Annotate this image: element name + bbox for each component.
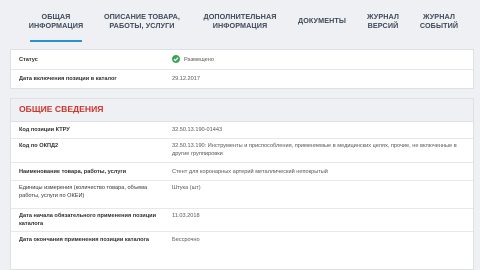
table-row: Код позиции КТРУ 32.50.13.190-01443 bbox=[11, 121, 473, 139]
row-value: Штука (шт) bbox=[172, 185, 201, 191]
status-card: Статус Размещено Дата включения позиции … bbox=[10, 49, 474, 89]
tab-label: Журнал событий bbox=[419, 11, 459, 30]
tab-label: Описание товара, работы, услуги bbox=[103, 11, 181, 30]
row-label: Дата начала обязательного применения поз… bbox=[19, 213, 157, 228]
tab-general-info[interactable]: Общая информация bbox=[20, 0, 92, 42]
row-value: Стент для коронарных артерий металлическ… bbox=[172, 169, 328, 175]
table-row: Наименование товара, работы, услуги Стен… bbox=[11, 162, 473, 181]
table-row: Единицы измерения (количество товара, об… bbox=[11, 180, 473, 209]
table-row: Дата начала обязательного применения поз… bbox=[11, 208, 473, 232]
status-row: Статус Размещено bbox=[11, 50, 473, 70]
row-label: Наименование товара, работы, услуги bbox=[19, 169, 127, 175]
row-value: 32.50.13.190-01443 bbox=[172, 127, 223, 133]
tab-additional-info[interactable]: Дополнительная информация bbox=[196, 0, 284, 42]
row-value: Бессрочно bbox=[172, 237, 200, 243]
inclusion-date-label: Дата включения позиции в каталог bbox=[19, 76, 117, 82]
status-label: Статус bbox=[19, 57, 38, 63]
general-info-card: Общие сведения Код позиции КТРУ 32.50.13… bbox=[10, 98, 474, 270]
inclusion-date-value: 29.12.2017 bbox=[172, 76, 200, 82]
status-value: Размещено bbox=[184, 57, 214, 63]
check-circle-icon bbox=[172, 55, 180, 63]
section-header: Общие сведения bbox=[11, 99, 473, 122]
row-label: Единицы измерения (количество товара, об… bbox=[19, 185, 148, 200]
row-label: Код по ОКПД2 bbox=[19, 143, 59, 149]
section-title: Общие сведения bbox=[19, 104, 104, 114]
row-value: 32.50.13.190: Инструменты и приспособлен… bbox=[172, 143, 457, 158]
tab-label: Дополнительная информация bbox=[203, 11, 277, 30]
tab-version-log[interactable]: Журнал версий bbox=[358, 0, 408, 42]
tab-description[interactable]: Описание товара, работы, услуги bbox=[96, 0, 188, 42]
tab-documents[interactable]: Документы bbox=[290, 0, 354, 42]
inclusion-date-row: Дата включения позиции в каталог 29.12.2… bbox=[11, 69, 473, 88]
tab-label: Документы bbox=[297, 16, 347, 26]
row-value: 11.03.2018 bbox=[172, 213, 200, 219]
tab-label: Общая информация bbox=[28, 11, 84, 30]
table-row: Дата окончания применения позиции катало… bbox=[11, 231, 473, 255]
row-label: Код позиции КТРУ bbox=[19, 127, 70, 133]
row-label: Дата окончания применения позиции катало… bbox=[19, 237, 149, 243]
tab-label: Журнал версий bbox=[366, 11, 400, 30]
tab-event-log[interactable]: Журнал событий bbox=[414, 0, 464, 42]
tab-bar: Общая информация Описание товара, работы, … bbox=[0, 0, 480, 42]
table-row: Код по ОКПД2 32.50.13.190: Инструменты и… bbox=[11, 138, 473, 163]
